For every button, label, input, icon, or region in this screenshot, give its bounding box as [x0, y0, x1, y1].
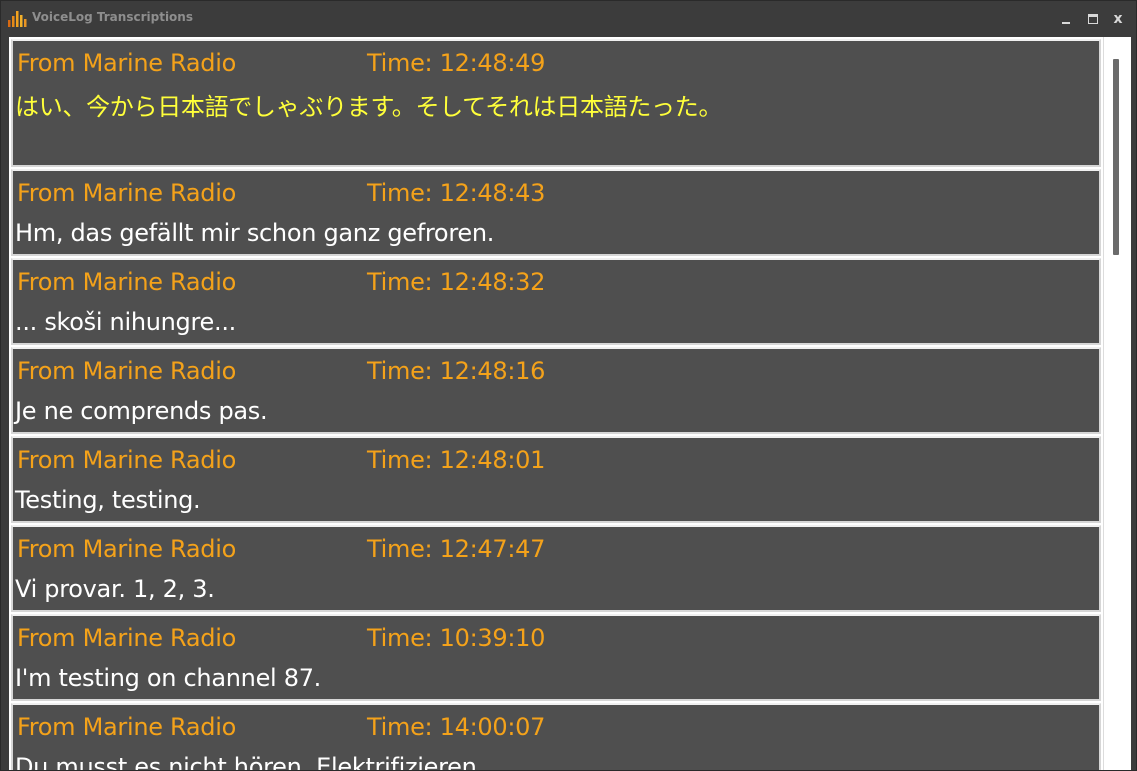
entry-message: ... skoši nihungre...	[15, 308, 236, 336]
entry-source: From Marine Radio	[17, 179, 236, 207]
minimize-icon	[1062, 22, 1070, 24]
entry-time: Time: 12:48:16	[367, 357, 546, 385]
list-item[interactable]: From Marine Radio Time: 12:48:16 Je ne c…	[11, 347, 1101, 434]
window-title: VoiceLog Transcriptions	[32, 10, 193, 24]
list-item[interactable]: From Marine Radio Time: 12:48:43 Hm, das…	[11, 169, 1101, 256]
app-window: VoiceLog Transcriptions x From Marine Ra…	[0, 0, 1137, 771]
entry-source: From Marine Radio	[17, 357, 236, 385]
scrollbar-thumb[interactable]	[1113, 59, 1119, 255]
entry-source: From Marine Radio	[17, 49, 236, 77]
minimize-button[interactable]	[1056, 9, 1076, 29]
transcription-list[interactable]: From Marine Radio Time: 12:48:49 はい、今から日…	[11, 39, 1101, 771]
audio-bars-icon	[8, 11, 27, 27]
list-item[interactable]: From Marine Radio Time: 12:47:47 Vi prov…	[11, 525, 1101, 612]
entry-time: Time: 14:00:07	[367, 713, 546, 741]
entry-message: Vi provar. 1, 2, 3.	[15, 575, 215, 603]
entry-message: Du musst es nicht hören. Elektrifizieren	[15, 753, 477, 771]
entry-message: Testing, testing.	[15, 486, 201, 514]
entry-source: From Marine Radio	[17, 446, 236, 474]
entry-source: From Marine Radio	[17, 535, 236, 563]
list-item[interactable]: From Marine Radio Time: 12:48:32 ... sko…	[11, 258, 1101, 345]
entry-time: Time: 12:47:47	[367, 535, 546, 563]
maximize-button[interactable]	[1083, 9, 1103, 29]
close-button[interactable]: x	[1108, 9, 1128, 29]
entry-time: Time: 12:48:32	[367, 268, 546, 296]
list-item[interactable]: From Marine Radio Time: 14:00:07 Du muss…	[11, 703, 1101, 771]
list-item[interactable]: From Marine Radio Time: 12:48:49 はい、今から日…	[11, 39, 1101, 167]
entry-source: From Marine Radio	[17, 713, 236, 741]
entry-message: Je ne comprends pas.	[15, 397, 268, 425]
maximize-icon	[1088, 14, 1098, 24]
transcription-panel[interactable]: From Marine Radio Time: 12:48:49 はい、今から日…	[9, 37, 1131, 771]
entry-time: Time: 10:39:10	[367, 624, 546, 652]
entry-time: Time: 12:48:43	[367, 179, 546, 207]
entry-message: はい、今から日本語でしゃぶります。そしてそれは日本語たった。	[15, 93, 723, 121]
entry-time: Time: 12:48:49	[367, 49, 546, 77]
entry-message: Hm, das gefällt mir schon ganz gefroren.	[15, 219, 495, 247]
entry-source: From Marine Radio	[17, 268, 236, 296]
list-item[interactable]: From Marine Radio Time: 10:39:10 I'm tes…	[11, 614, 1101, 701]
list-item[interactable]: From Marine Radio Time: 12:48:01 Testing…	[11, 436, 1101, 523]
close-icon: x	[1113, 11, 1123, 27]
vertical-scrollbar[interactable]	[1103, 37, 1131, 770]
entry-time: Time: 12:48:01	[367, 446, 546, 474]
entry-message: I'm testing on channel 87.	[15, 664, 322, 692]
entry-source: From Marine Radio	[17, 624, 236, 652]
title-bar[interactable]: VoiceLog Transcriptions x	[1, 1, 1136, 35]
